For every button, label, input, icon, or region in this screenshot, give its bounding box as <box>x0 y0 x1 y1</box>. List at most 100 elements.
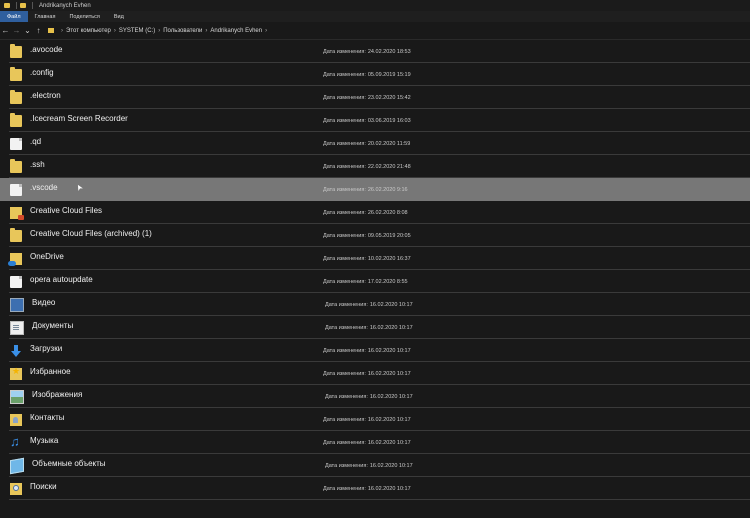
file-name: Видео <box>32 298 56 307</box>
file-date-modified: Дата изменения: 16.02.2020 10:17 <box>325 394 413 400</box>
music-note-icon <box>10 434 22 449</box>
file-row[interactable]: Загрузки Дата изменения: 16.02.2020 10:17 <box>0 339 750 362</box>
folder-icon <box>48 28 54 33</box>
file-name: Объемные объекты <box>32 459 106 468</box>
file-row[interactable]: Документы Дата изменения: 16.02.2020 10:17 <box>0 316 750 339</box>
file-row[interactable]: .Icecream Screen Recorder Дата изменения:… <box>0 109 750 132</box>
breadcrumb-this-pc[interactable]: Этот компьютер <box>66 28 111 34</box>
date-modified-label: Дата изменения: <box>323 370 366 377</box>
file-name: .config <box>30 68 54 77</box>
file-row[interactable]: OneDrive Дата изменения: 10.02.2020 16:37 <box>0 247 750 270</box>
recent-locations-chevron-icon[interactable]: ⌄ <box>22 26 33 35</box>
forward-arrow-icon[interactable]: → <box>11 26 22 35</box>
back-arrow-icon[interactable]: ← <box>0 26 11 35</box>
tab-home[interactable]: Главная <box>28 11 63 22</box>
file-row[interactable]: opera autoupdate Дата изменения: 17.02.202… <box>0 270 750 293</box>
date-modified-value: 16.02.2020 10:17 <box>369 324 413 331</box>
file-date-modified: Дата изменения: 16.02.2020 10:17 <box>323 371 411 377</box>
file-name: Документы <box>32 321 74 330</box>
tab-view[interactable]: Вид <box>107 11 131 22</box>
file-date-modified: Дата изменения: 16.02.2020 10:17 <box>323 486 411 492</box>
navigation-bar: ← → ⌄ ↑ › Этот компьютер › SYSTEM (C:) ›… <box>0 22 750 40</box>
date-modified-value: 03.06.2019 16:03 <box>367 117 411 124</box>
date-modified-value: 26.02.2020 9:16 <box>367 186 408 193</box>
file-date-modified: Дата изменения: 16.02.2020 10:17 <box>325 325 413 331</box>
date-modified-value: 09.05.2019 20:05 <box>367 232 411 239</box>
file-date-modified: Дата изменения: 16.02.2020 10:17 <box>323 440 411 446</box>
file-row[interactable]: Контакты Дата изменения: 16.02.2020 10:17 <box>0 408 750 431</box>
file-name: .electron <box>30 91 61 100</box>
file-date-modified: Дата изменения: 16.02.2020 10:17 <box>323 417 411 423</box>
file-name: Музыка <box>30 436 59 445</box>
searches-folder-icon <box>10 482 22 495</box>
file-name: .qd <box>30 137 42 146</box>
date-modified-label: Дата изменения: <box>323 439 366 446</box>
breadcrumb-chevron-icon[interactable]: › <box>114 28 116 34</box>
breadcrumb-current-user[interactable]: Andrikanych Evhen <box>210 28 262 34</box>
date-modified-label: Дата изменения: <box>323 485 366 492</box>
file-row[interactable]: Изображения Дата изменения: 16.02.2020 10:… <box>0 385 750 408</box>
file-row[interactable]: Creative Cloud Files Дата изменения: 26.02… <box>0 201 750 224</box>
tab-file[interactable]: Файл <box>0 11 28 22</box>
document-icon <box>10 275 22 288</box>
file-date-modified: Дата изменения: 24.02.2020 18:53 <box>323 49 411 55</box>
file-row[interactable]: Объемные объекты Дата изменения: 16.02.202… <box>0 454 750 477</box>
file-name: OneDrive <box>30 252 64 261</box>
file-name: Поиски <box>30 482 57 491</box>
ribbon-tabs: Файл Главная Поделиться Вид <box>0 11 750 22</box>
file-row[interactable]: Музыка Дата изменения:16.02.2020 10:17 <box>0 431 750 454</box>
file-date-modified: Дата изменения: 16.02.2020 10:17 <box>325 463 413 469</box>
breadcrumb-users[interactable]: Пользователи <box>163 28 202 34</box>
file-row[interactable]: .ssh Дата изменения: 22.02.2020 21:48 <box>0 155 750 178</box>
date-modified-label: Дата изменения: <box>323 416 366 423</box>
date-modified-label: Дата изменения: <box>323 48 366 55</box>
file-date-modified: Дата изменения: 16.02.2020 10:17 <box>323 348 411 354</box>
up-arrow-icon[interactable]: ↑ <box>33 26 44 35</box>
date-modified-label: Дата изменения: <box>323 163 366 170</box>
date-modified-value: 16.02.2020 10:17 <box>367 485 411 492</box>
address-bar[interactable]: › Этот компьютер › SYSTEM (C:) › Пользов… <box>48 24 750 37</box>
tab-share[interactable]: Поделиться <box>62 11 106 22</box>
date-modified-value: 17.02.2020 8:55 <box>367 278 408 285</box>
date-modified-label: Дата изменения: <box>323 140 366 147</box>
file-row[interactable]: .electron Дата изменения: 23.02.2020 15:42 <box>0 86 750 109</box>
folder-icon <box>10 227 22 242</box>
pictures-folder-icon <box>10 389 24 404</box>
folder-icon <box>10 158 22 173</box>
file-name: Избранное <box>30 367 71 376</box>
file-row[interactable]: Creative Cloud Files (archived) (1) Дата … <box>0 224 750 247</box>
breadcrumb-chevron-icon[interactable]: › <box>158 28 160 34</box>
file-name: Creative Cloud Files (archived) (1) <box>30 229 152 238</box>
file-date-modified: Дата изменения: 20.02.2020 11:59 <box>323 141 410 147</box>
file-name: .ssh <box>30 160 45 169</box>
file-date-modified: Дата изменения: 09.05.2019 20:05 <box>323 233 411 239</box>
video-folder-icon <box>10 297 24 312</box>
file-date-modified: Дата изменения: 16.02.2020 10:17 <box>325 302 413 308</box>
file-row[interactable]: .avocode Дата изменения: 24.02.2020 18:53 <box>0 40 750 63</box>
file-name: Creative Cloud Files <box>30 206 103 215</box>
file-row[interactable]: .config Дата изменения: 05.09.2019 15:19 <box>0 63 750 86</box>
breadcrumb-system-drive[interactable]: SYSTEM (C:) <box>119 28 155 34</box>
file-row[interactable]: Избранное Дата изменения:16.02.2020 10:17 <box>0 362 750 385</box>
date-modified-label: Дата изменения: <box>323 255 366 262</box>
date-modified-label: Дата изменения: <box>323 117 366 124</box>
row-divider <box>9 499 750 500</box>
quick-access-folder-icon[interactable] <box>20 3 26 8</box>
file-row[interactable]: Поиски Дата изменения: 16.02.2020 10:17 <box>0 477 750 500</box>
creative-cloud-folder-icon <box>10 206 24 220</box>
date-modified-value: 16.02.2020 10:17 <box>367 416 411 423</box>
file-row[interactable]: .vscode Дата изменения: 26.02.2020 9:16 ➤ <box>0 178 750 201</box>
breadcrumb-chevron-icon[interactable]: › <box>205 28 207 34</box>
file-date-modified: Дата изменения: 23.02.2020 15:42 <box>323 95 411 101</box>
breadcrumb-chevron-icon[interactable]: › <box>61 28 63 34</box>
file-name: Контакты <box>30 413 65 422</box>
date-modified-value: 16.02.2020 10:17 <box>369 462 413 469</box>
date-modified-value: 26.02.2020 8:08 <box>367 209 408 216</box>
date-modified-label: Дата изменения: <box>323 94 366 101</box>
breadcrumb-chevron-icon[interactable]: › <box>265 28 267 34</box>
favorites-star-icon <box>10 366 22 380</box>
file-date-modified: Дата изменения: 05.09.2019 15:19 <box>323 72 411 78</box>
date-modified-value: 16.02.2020 10:17 <box>367 347 411 354</box>
file-row[interactable]: Видео Дата изменения: 16.02.2020 10:17 <box>0 293 750 316</box>
file-row[interactable]: .qd Дата изменения: 20.02.2020 11:59 <box>0 132 750 155</box>
